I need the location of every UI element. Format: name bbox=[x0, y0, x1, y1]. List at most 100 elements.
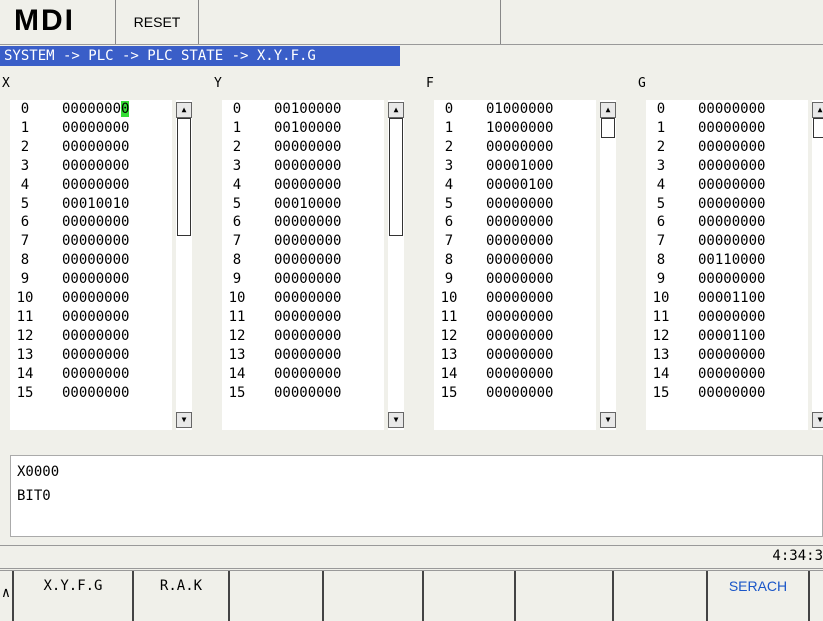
list-item[interactable]: 1 00000000 bbox=[646, 119, 808, 137]
list-item[interactable]: 0 00000000 bbox=[646, 100, 808, 118]
list-item[interactable]: 14 00000000 bbox=[10, 365, 172, 383]
softkey-rak-button[interactable]: R.A.K bbox=[134, 571, 230, 621]
list-item[interactable]: 15 00000000 bbox=[434, 384, 596, 402]
scrollbar[interactable]: ▲ ▼ bbox=[176, 100, 192, 430]
list-item[interactable]: 8 00110000 bbox=[646, 251, 808, 269]
list-item[interactable]: 5 00010000 bbox=[222, 195, 384, 213]
scrollbar[interactable]: ▲ ▼ bbox=[388, 100, 404, 430]
list-item[interactable]: 11 00000000 bbox=[646, 308, 808, 326]
list-item[interactable]: 14 00000000 bbox=[222, 365, 384, 383]
scroll-up-icon[interactable]: ▲ bbox=[812, 102, 823, 118]
softkey-empty-1[interactable] bbox=[230, 571, 324, 621]
list-item[interactable]: 2 00000000 bbox=[10, 138, 172, 156]
list-item[interactable]: 11 00000000 bbox=[222, 308, 384, 326]
signal-list[interactable]: 0 00100000 1 00100000 2 00000000 3 00000000 4 000… bbox=[222, 100, 384, 430]
list-item[interactable]: 5 00000000 bbox=[646, 195, 808, 213]
signal-list[interactable]: 0 00000000 1 00000000 2 00000000 3 00000000 4 000… bbox=[10, 100, 172, 430]
list-item[interactable]: 12 00000000 bbox=[222, 327, 384, 345]
scroll-down-icon[interactable]: ▼ bbox=[176, 412, 192, 428]
softkey-empty-5[interactable] bbox=[614, 571, 708, 621]
list-item[interactable]: 5 00000000 bbox=[434, 195, 596, 213]
list-item[interactable]: 6 00000000 bbox=[10, 213, 172, 231]
list-item[interactable]: 11 00000000 bbox=[10, 308, 172, 326]
list-item[interactable]: 8 00000000 bbox=[434, 251, 596, 269]
list-item[interactable]: 10 00000000 bbox=[434, 289, 596, 307]
scroll-up-icon[interactable]: ▲ bbox=[388, 102, 404, 118]
list-item[interactable]: 9 00000000 bbox=[646, 270, 808, 288]
signal-list[interactable]: 0 01000000 1 10000000 2 00000000 3 00001000 4 000… bbox=[434, 100, 596, 430]
softkey-up-button[interactable]: ∧ bbox=[0, 571, 14, 621]
list-item[interactable]: 3 00000000 bbox=[10, 157, 172, 175]
list-item[interactable]: 3 00000000 bbox=[222, 157, 384, 175]
list-item[interactable]: 15 00000000 bbox=[646, 384, 808, 402]
softkey-empty-3[interactable] bbox=[424, 571, 516, 621]
softkey-empty-4[interactable] bbox=[516, 571, 614, 621]
row-value: 00000000 bbox=[62, 346, 130, 363]
list-item[interactable]: 9 00000000 bbox=[10, 270, 172, 288]
list-item[interactable]: 15 00000000 bbox=[10, 384, 172, 402]
list-item[interactable]: 12 00000000 bbox=[10, 327, 172, 345]
scroll-down-icon[interactable]: ▼ bbox=[600, 412, 616, 428]
signal-list[interactable]: 0 00000000 1 00000000 2 00000000 3 00000000 4 000… bbox=[646, 100, 808, 430]
list-item[interactable]: 3 00000000 bbox=[646, 157, 808, 175]
list-item[interactable]: 13 00000000 bbox=[434, 346, 596, 364]
list-item[interactable]: 2 00000000 bbox=[646, 138, 808, 156]
list-item[interactable]: 3 00001000 bbox=[434, 157, 596, 175]
list-item[interactable]: 7 00000000 bbox=[222, 232, 384, 250]
list-item[interactable]: 6 00000000 bbox=[222, 213, 384, 231]
scroll-thumb[interactable] bbox=[601, 118, 615, 138]
list-item[interactable]: 0 00000000 bbox=[10, 100, 172, 118]
list-item[interactable]: 13 00000000 bbox=[222, 346, 384, 364]
list-item[interactable]: 11 00000000 bbox=[434, 308, 596, 326]
list-item[interactable]: 10 00000000 bbox=[10, 289, 172, 307]
list-item[interactable]: 6 00000000 bbox=[434, 213, 596, 231]
row-index: 0 bbox=[20, 101, 30, 117]
softkey-search-button[interactable]: SERACH bbox=[708, 571, 810, 621]
list-item[interactable]: 0 00100000 bbox=[222, 100, 384, 118]
scrollbar[interactable]: ▲ ▼ bbox=[812, 100, 823, 430]
softkey-empty-2[interactable] bbox=[324, 571, 424, 621]
list-item[interactable]: 15 00000000 bbox=[222, 384, 384, 402]
list-item[interactable]: 2 00000000 bbox=[434, 138, 596, 156]
scroll-down-icon[interactable]: ▼ bbox=[388, 412, 404, 428]
list-item[interactable]: 7 00000000 bbox=[434, 232, 596, 250]
list-item[interactable]: 2 00000000 bbox=[222, 138, 384, 156]
row-index: 5 bbox=[232, 195, 242, 212]
softkey-xyfg-button[interactable]: X.Y.F.G bbox=[14, 571, 134, 621]
list-item[interactable]: 5 00010010 bbox=[10, 195, 172, 213]
list-item[interactable]: 14 00000000 bbox=[434, 365, 596, 383]
row-index: 10 bbox=[440, 290, 458, 306]
list-item[interactable]: 7 00000000 bbox=[646, 232, 808, 250]
list-item[interactable]: 1 10000000 bbox=[434, 119, 596, 137]
scroll-up-icon[interactable]: ▲ bbox=[176, 102, 192, 118]
list-item[interactable]: 12 00001100 bbox=[646, 327, 808, 345]
list-item[interactable]: 4 00000100 bbox=[434, 176, 596, 194]
scrollbar[interactable]: ▲ ▼ bbox=[600, 100, 616, 430]
list-item[interactable]: 8 00000000 bbox=[10, 251, 172, 269]
list-item[interactable]: 1 00000000 bbox=[10, 119, 172, 137]
list-item[interactable]: 8 00000000 bbox=[222, 251, 384, 269]
list-item[interactable]: 0 01000000 bbox=[434, 100, 596, 118]
row-value: 01000000 bbox=[486, 101, 554, 117]
list-item[interactable]: 13 00000000 bbox=[646, 346, 808, 364]
list-item[interactable]: 9 00000000 bbox=[434, 270, 596, 288]
scroll-up-icon[interactable]: ▲ bbox=[600, 102, 616, 118]
list-item[interactable]: 10 00000000 bbox=[222, 289, 384, 307]
scroll-thumb[interactable] bbox=[813, 118, 823, 138]
row-index: 12 bbox=[16, 327, 34, 344]
list-item[interactable]: 12 00000000 bbox=[434, 327, 596, 345]
row-value: 00000000 bbox=[698, 271, 766, 288]
scroll-thumb[interactable] bbox=[177, 118, 191, 236]
scroll-down-icon[interactable]: ▼ bbox=[812, 412, 823, 428]
list-item[interactable]: 6 00000000 bbox=[646, 213, 808, 231]
list-item[interactable]: 4 00000000 bbox=[222, 176, 384, 194]
list-item[interactable]: 10 00001100 bbox=[646, 289, 808, 307]
list-item[interactable]: 9 00000000 bbox=[222, 270, 384, 288]
list-item[interactable]: 1 00100000 bbox=[222, 119, 384, 137]
list-item[interactable]: 14 00000000 bbox=[646, 365, 808, 383]
list-item[interactable]: 7 00000000 bbox=[10, 232, 172, 250]
list-item[interactable]: 4 00000000 bbox=[10, 176, 172, 194]
list-item[interactable]: 4 00000000 bbox=[646, 176, 808, 194]
list-item[interactable]: 13 00000000 bbox=[10, 346, 172, 364]
scroll-thumb[interactable] bbox=[389, 118, 403, 236]
